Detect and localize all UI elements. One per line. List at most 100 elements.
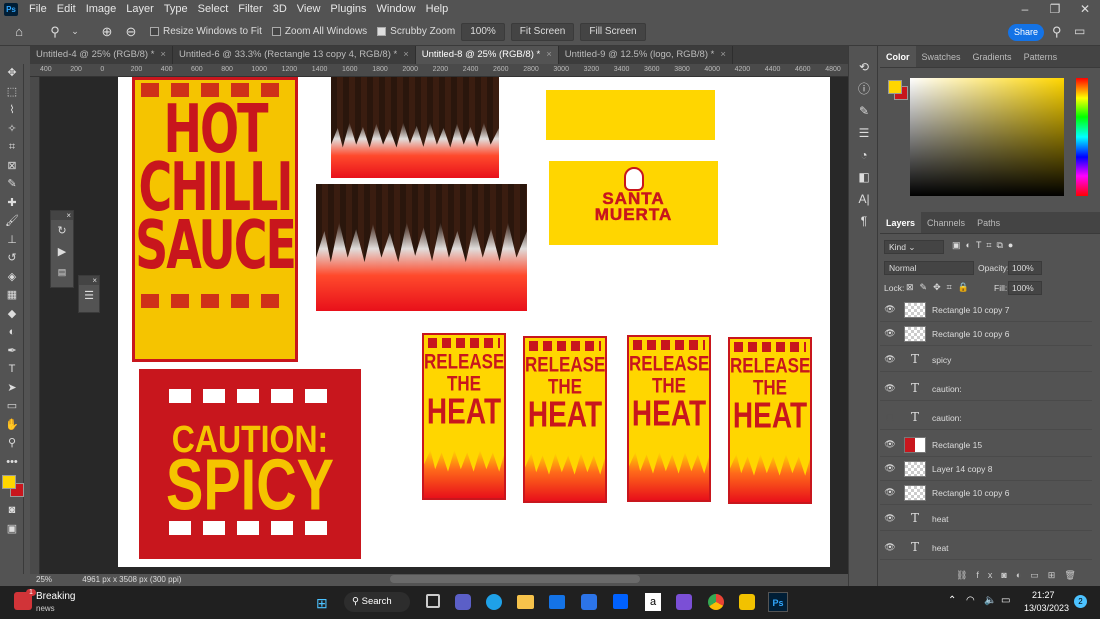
fill-field[interactable]: 100% [1008, 281, 1042, 295]
tab-untitled-9[interactable]: Untitled-9 @ 12.5% (logo, RGB/8) * × [558, 46, 733, 64]
tab-layers[interactable]: Layers [880, 212, 922, 233]
blend-mode-select[interactable]: Normal [884, 261, 974, 275]
more-tools-icon[interactable]: ••• [0, 453, 24, 472]
menu-file[interactable]: File [24, 3, 52, 15]
volume-icon[interactable]: 🔈 [984, 595, 996, 606]
close-tab-icon[interactable]: × [720, 49, 726, 60]
flames-image-top[interactable] [331, 77, 499, 178]
release-the-heat-card[interactable]: RELEASE THE HEAT [627, 335, 711, 502]
workspace-icon[interactable]: ▭ [1074, 24, 1085, 38]
notification-badge[interactable]: 2 [1074, 595, 1087, 608]
start-icon[interactable]: ⊞ [316, 595, 328, 612]
eye-icon[interactable]: 👁 [880, 487, 900, 498]
zoom-all-windows-checkbox[interactable]: Zoom All Windows [271, 26, 367, 37]
close-icon[interactable]: ✕ [1070, 0, 1100, 18]
quick-mask-icon[interactable]: ◙ [0, 501, 24, 520]
layer-row[interactable]: 👁 Theat [880, 507, 1092, 531]
tab-untitled-8[interactable]: Untitled-8 @ 25% (RGB/8) * × [415, 46, 559, 64]
layer-filter-icons[interactable]: ▣◐T⌗⧉● [952, 240, 1018, 251]
tab-paths[interactable]: Paths [971, 212, 1006, 233]
shape-tool-icon[interactable]: ▭ [0, 397, 24, 416]
move-tool-icon[interactable]: ✥ [0, 64, 24, 83]
play-icon[interactable]: ▶ [51, 242, 73, 262]
release-the-heat-card[interactable]: RELEASE THE HEAT [728, 337, 812, 504]
menu-window[interactable]: Window [372, 3, 421, 15]
scrubby-zoom-checkbox[interactable]: Scrubby Zoom [377, 26, 455, 37]
close-tab-icon[interactable]: × [160, 49, 166, 60]
layer-row[interactable]: 👁 Tspicy [880, 348, 1092, 372]
sliders-icon[interactable]: ☰ [79, 285, 99, 307]
gradient-tool-icon[interactable]: ▦ [0, 286, 24, 305]
flames-image-large[interactable] [316, 184, 527, 311]
dropbox-icon[interactable] [613, 594, 628, 609]
pen-tool-icon[interactable]: ✒ [0, 342, 24, 361]
hand-tool-icon[interactable]: ✋ [0, 416, 24, 435]
opacity-field[interactable]: 100% [1008, 261, 1042, 275]
eyedropper-icon[interactable]: ✎ [0, 175, 24, 194]
eye-icon[interactable]: 👁 [880, 542, 900, 553]
clone-source-icon[interactable]: ◔ [849, 144, 879, 166]
fill-screen-button[interactable]: Fill Screen [580, 22, 646, 41]
lock-icons[interactable]: ⊠✎✥⌗🔒 [906, 282, 975, 293]
battery-icon[interactable]: ▭ [1001, 595, 1010, 606]
layer-row[interactable]: 👁 Rectangle 10 copy 7 [880, 298, 1092, 322]
zoom-100-button[interactable]: 100% [461, 22, 505, 41]
eraser-icon[interactable]: ◈ [0, 268, 24, 287]
eye-icon[interactable]: 👁 [880, 354, 900, 365]
crop-tool-icon[interactable]: ⌗ [0, 138, 24, 157]
taskbar-search[interactable]: ⚲ Search [344, 592, 410, 612]
eye-icon[interactable]: 👁 [880, 328, 900, 339]
release-the-heat-card[interactable]: RELEASE THE HEAT [523, 336, 607, 503]
zoom-tool-icon[interactable]: ⚲ [0, 434, 24, 453]
close-icon[interactable]: × [51, 211, 73, 220]
dodge-tool-icon[interactable]: ◐ [0, 323, 24, 342]
history-brush-icon[interactable]: ↺ [0, 249, 24, 268]
layer-row[interactable]: 👁 Rectangle 15 [880, 433, 1092, 457]
home-icon[interactable]: ⌂ [10, 24, 28, 39]
menu-filter[interactable]: Filter [233, 3, 267, 15]
store-icon[interactable] [581, 594, 597, 610]
brush-settings-icon[interactable]: ✎ [849, 100, 879, 122]
hot-chilli-sauce-poster[interactable]: HOT CHILLI SAUCE [132, 77, 298, 362]
notes-icon[interactable] [739, 594, 755, 610]
eye-icon[interactable]: 👁 [880, 513, 900, 524]
hue-slider[interactable] [1076, 78, 1088, 196]
edge-icon[interactable] [486, 594, 502, 610]
eye-hidden-icon[interactable]: ▢ [880, 412, 900, 423]
marquee-tool-icon[interactable]: ⬚ [0, 83, 24, 102]
menu-3d[interactable]: 3D [268, 3, 292, 15]
color-field[interactable] [910, 78, 1064, 196]
menu-type[interactable]: Type [159, 3, 193, 15]
layer-row[interactable]: 👁 Theat [880, 536, 1092, 560]
chevron-down-icon[interactable]: ⌄ [66, 26, 84, 37]
history-icon[interactable]: ⟲ [849, 56, 879, 78]
mail-icon[interactable] [549, 595, 565, 609]
tab-untitled-6[interactable]: Untitled-6 @ 33.3% (Rectangle 13 copy 4,… [172, 46, 416, 64]
history-icon[interactable]: ↻ [51, 220, 73, 242]
tab-untitled-4[interactable]: Untitled-4 @ 25% (RGB/8) * × [30, 46, 173, 64]
caution-spicy-poster[interactable]: CAUTION: SPICY [139, 369, 361, 559]
healing-brush-icon[interactable]: ✚ [0, 194, 24, 213]
adjustments-icon[interactable]: ☰ [849, 122, 879, 144]
zoom-out-icon[interactable]: ⊖ [122, 24, 140, 40]
tab-channels[interactable]: Channels [921, 212, 971, 233]
menu-edit[interactable]: Edit [52, 3, 81, 15]
layer-row[interactable]: 👁 Layer 14 copy 8 [880, 457, 1092, 481]
zoom-tool-icon[interactable]: ⚲ [46, 24, 64, 40]
type-tool-icon[interactable]: T [0, 360, 24, 379]
layer-row[interactable]: 👁 Rectangle 10 copy 6 [880, 481, 1092, 505]
tab-gradients[interactable]: Gradients [967, 46, 1018, 67]
news-title[interactable]: Breaking [36, 591, 75, 602]
tab-color[interactable]: Color [880, 46, 916, 67]
foreground-color-swatch[interactable] [2, 475, 16, 489]
document-canvas[interactable]: HOT CHILLI SAUCE SANTA MUERTA CAUTION: S… [118, 77, 830, 567]
amazon-icon[interactable]: a [645, 593, 661, 611]
foreground-color-swatch[interactable] [888, 80, 902, 94]
eye-icon[interactable]: 👁 [880, 463, 900, 474]
zoom-level[interactable]: 25% [36, 575, 52, 584]
blur-tool-icon[interactable]: ◆ [0, 305, 24, 324]
resize-windows-checkbox[interactable]: Resize Windows to Fit [150, 26, 262, 37]
kind-filter-select[interactable]: Kind ⌄ [884, 240, 944, 254]
santa-muerta-logo[interactable]: SANTA MUERTA [549, 161, 718, 245]
stamp-tool-icon[interactable]: ⊥ [0, 231, 24, 250]
